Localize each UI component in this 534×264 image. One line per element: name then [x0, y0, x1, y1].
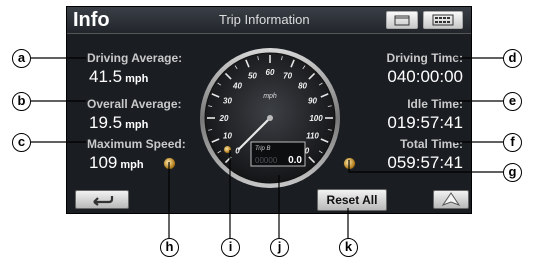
callout-h: h [160, 238, 179, 257]
callout-k: k [339, 238, 358, 257]
callout-e: e [503, 92, 522, 111]
callout-g: g [503, 163, 522, 182]
callout-j: j [270, 238, 289, 257]
callout-a: a [12, 49, 31, 68]
callout-f: f [503, 133, 522, 152]
callout-d: d [503, 49, 522, 68]
callout-leaders [31, 57, 503, 238]
callout-c: c [12, 133, 31, 152]
callout-b: b [12, 92, 31, 111]
callout-i: i [221, 238, 240, 257]
